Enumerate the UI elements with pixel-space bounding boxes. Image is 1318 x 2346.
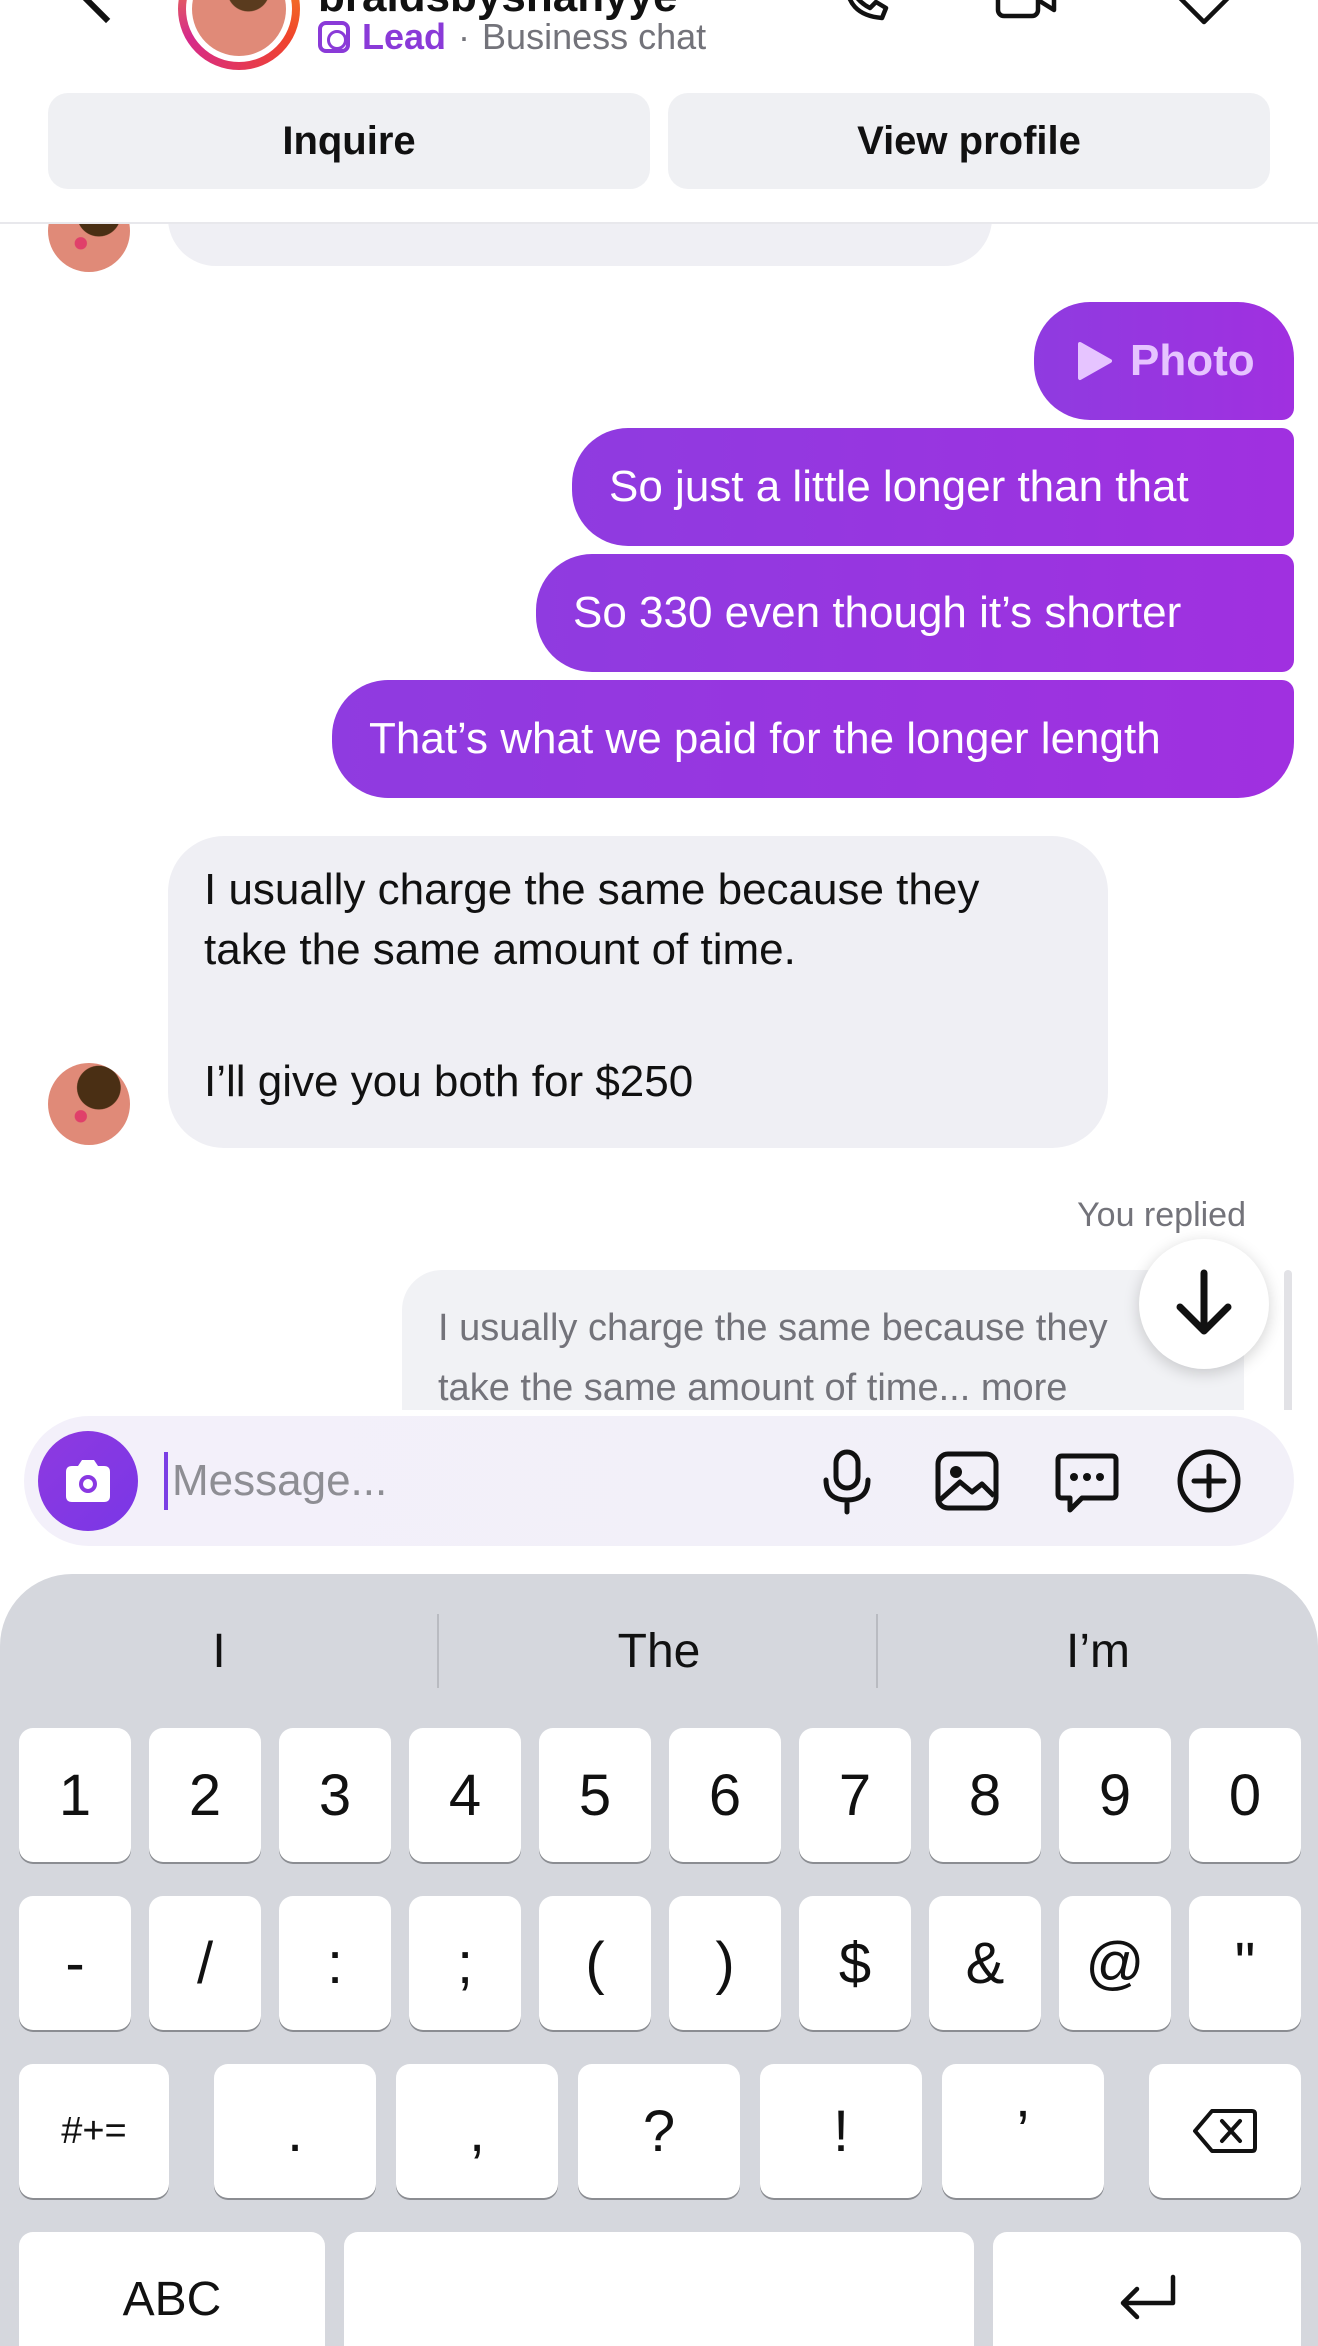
outgoing-message[interactable]: So just a little longer than that [572,428,1294,546]
return-key[interactable] [993,2232,1301,2346]
key-comma[interactable]: , [396,2064,558,2198]
key-close-paren[interactable]: ) [669,1896,781,2030]
back-icon[interactable] [74,0,138,24]
photo-message[interactable]: Photo [1034,302,1294,420]
message-input[interactable] [172,1446,802,1516]
backspace-icon [1193,2109,1257,2153]
arrow-down-icon [1176,1269,1232,1335]
message-line: I usually charge the same because they [204,865,980,914]
message-composer [24,1416,1294,1546]
keyboard: I The I’m 1 2 3 4 5 6 7 8 9 0 - / : ; ( … [0,1574,1318,2346]
incoming-message-partial[interactable] [168,224,992,266]
inquire-button[interactable]: Inquire [48,93,650,189]
message-thread[interactable]: Photo So just a little longer than that … [0,224,1318,1410]
key-colon[interactable]: : [279,1896,391,2030]
message-text: So 330 even though it’s shorter [573,588,1182,637]
key-2[interactable]: 2 [149,1728,261,1862]
space-key[interactable] [344,2232,974,2346]
photo-label: Photo [1130,336,1255,385]
phone-icon[interactable] [832,0,896,28]
key-0[interactable]: 0 [1189,1728,1301,1862]
contact-subtitle: Lead · Business chat [318,16,706,58]
key-1[interactable]: 1 [19,1728,131,1862]
microphone-icon[interactable] [812,1446,882,1516]
key-semicolon[interactable]: ; [409,1896,521,2030]
play-icon [1078,342,1112,380]
sender-avatar[interactable] [48,1063,130,1145]
chat-header: braidsbyshanyye Lead · Business chat Inq… [0,0,1318,224]
suggestion-divider [437,1614,439,1688]
chat-type-label: Business chat [482,16,707,57]
key-ampersand[interactable]: & [929,1896,1041,2030]
suggestion-divider [876,1614,878,1688]
view-profile-button[interactable]: View profile [668,93,1270,189]
key-exclamation[interactable]: ! [760,2064,922,2198]
message-line: I’ll give you both for $250 [204,1057,694,1106]
reply-line: take the same amount of time... more [438,1367,1068,1409]
lead-label: Lead [362,16,447,57]
key-question[interactable]: ? [578,2064,740,2198]
message-line: take the same amount of time. [204,925,796,974]
key-8[interactable]: 8 [929,1728,1041,1862]
camera-button[interactable] [38,1431,138,1531]
sticker-icon[interactable] [1052,1446,1122,1516]
video-icon[interactable] [994,0,1058,28]
key-quote[interactable]: " [1189,1896,1301,2030]
key-9[interactable]: 9 [1059,1728,1171,1862]
key-open-paren[interactable]: ( [539,1896,651,2030]
key-abc[interactable]: ABC [19,2232,325,2346]
sender-avatar[interactable] [48,224,130,272]
message-text: So just a little longer than that [609,462,1189,511]
camera-icon [66,1460,110,1502]
key-7[interactable]: 7 [799,1728,911,1862]
plus-icon[interactable] [1174,1446,1244,1516]
key-5[interactable]: 5 [539,1728,651,1862]
outgoing-message[interactable]: That’s what we paid for the longer lengt… [332,680,1294,798]
return-icon [1120,2274,1176,2320]
key-dollar[interactable]: $ [799,1896,911,2030]
key-4[interactable]: 4 [409,1728,521,1862]
key-hyphen[interactable]: - [19,1896,131,2030]
suggestion[interactable]: I [0,1614,438,1688]
key-more-symbols[interactable]: #+= [19,2064,169,2198]
key-6[interactable]: 6 [669,1728,781,1862]
reply-preview[interactable]: I usually charge the same because they t… [402,1270,1244,1410]
profile-avatar[interactable] [178,0,300,70]
text-caret [164,1452,168,1510]
backspace-key[interactable] [1149,2064,1301,2198]
you-replied-label: You replied [1077,1196,1246,1234]
gallery-icon[interactable] [932,1446,1002,1516]
separator: · [458,16,471,57]
key-period[interactable]: . [214,2064,376,2198]
message-text: That’s what we paid for the longer lengt… [369,714,1161,763]
tag-icon[interactable] [1172,0,1236,28]
reply-quote-bar [1284,1270,1292,1410]
key-slash[interactable]: / [149,1896,261,2030]
suggestion[interactable]: I’m [879,1614,1317,1688]
suggestion[interactable]: The [440,1614,878,1688]
outgoing-message[interactable]: So 330 even though it’s shorter [536,554,1294,672]
lead-icon [318,21,350,53]
key-3[interactable]: 3 [279,1728,391,1862]
reply-line: I usually charge the same because they [438,1307,1108,1349]
key-at[interactable]: @ [1059,1896,1171,2030]
key-apostrophe[interactable]: ’ [942,2064,1104,2198]
incoming-message[interactable]: I usually charge the same because they t… [168,836,1108,1148]
scroll-to-bottom-button[interactable] [1139,1239,1269,1369]
